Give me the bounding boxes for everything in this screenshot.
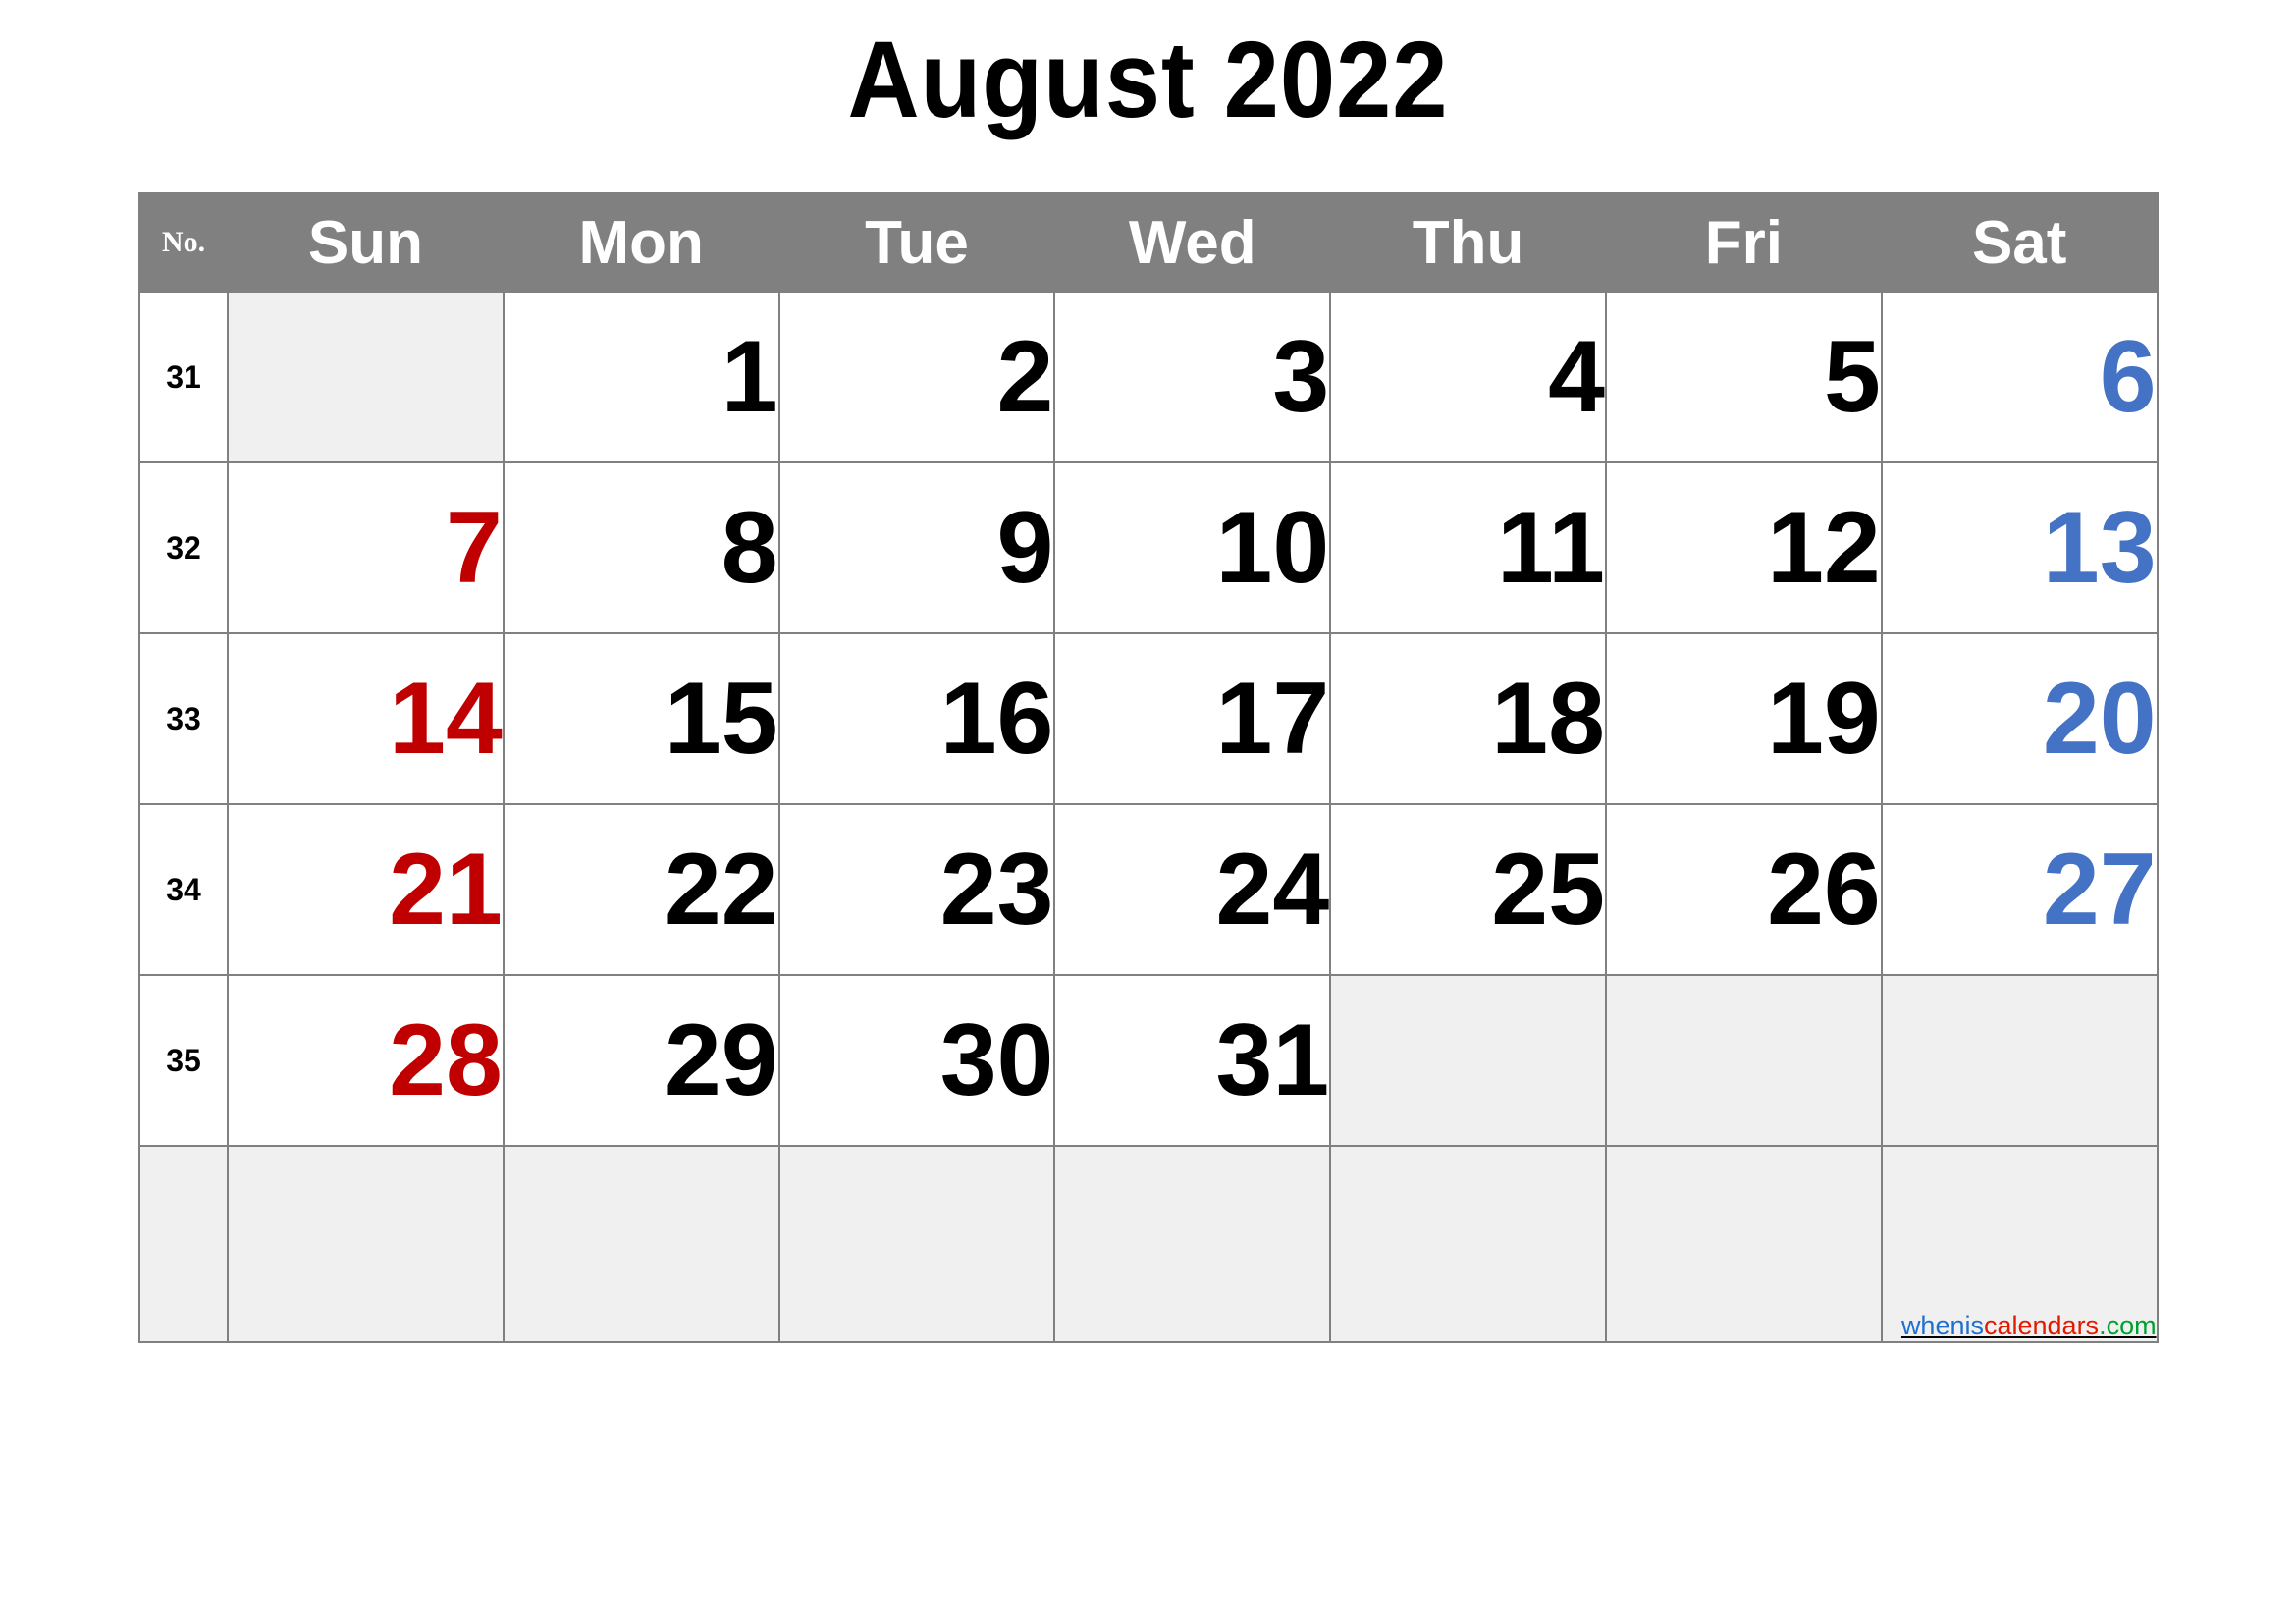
day-cell[interactable]: 11 xyxy=(1329,461,1607,634)
day-cell[interactable]: 14 xyxy=(227,632,505,805)
day-cell[interactable]: 24 xyxy=(1053,803,1332,976)
day-cell[interactable]: 5 xyxy=(1604,291,1883,463)
day-cell[interactable]: 16 xyxy=(777,632,1056,805)
footer-cell-watermark: wheniscalendars.com xyxy=(1880,1145,2159,1343)
footer-cell xyxy=(1053,1145,1332,1343)
week-number-cell: 32 xyxy=(138,461,229,634)
day-cell[interactable]: 26 xyxy=(1604,803,1883,976)
page-title: August 2022 xyxy=(847,20,1449,140)
header-day-wed: Wed xyxy=(1053,192,1332,293)
day-cell[interactable]: 23 xyxy=(777,803,1056,976)
header-week-number: No. xyxy=(138,192,229,293)
header-day-fri: Fri xyxy=(1604,192,1883,293)
calendar-header: No. Sun Mon Tue Wed Thu Fri Sat xyxy=(138,192,2159,293)
table-row: 33 14 15 16 17 18 19 20 xyxy=(138,632,2159,805)
day-cell[interactable]: 6 xyxy=(1880,291,2159,463)
day-cell[interactable]: 18 xyxy=(1329,632,1607,805)
day-cell[interactable]: 22 xyxy=(502,803,780,976)
day-cell[interactable]: 8 xyxy=(502,461,780,634)
day-cell[interactable]: 12 xyxy=(1604,461,1883,634)
footer-cell xyxy=(1329,1145,1607,1343)
day-cell[interactable]: 27 xyxy=(1880,803,2159,976)
header-day-tue: Tue xyxy=(777,192,1056,293)
table-row: 32 7 8 9 10 11 12 13 xyxy=(138,461,2159,634)
footer-cell xyxy=(138,1145,229,1343)
day-cell[interactable] xyxy=(1880,974,2159,1147)
day-cell[interactable]: 10 xyxy=(1053,461,1332,634)
day-cell[interactable]: 31 xyxy=(1053,974,1332,1147)
watermark-part-calendars: calendars xyxy=(1983,1311,2100,1340)
calendar-body: 31 1 2 3 4 5 6 32 7 8 9 10 11 12 13 33 1… xyxy=(138,291,2159,1343)
header-day-sat: Sat xyxy=(1880,192,2159,293)
footer-row: wheniscalendars.com xyxy=(138,1145,2159,1343)
day-cell[interactable]: 3 xyxy=(1053,291,1332,463)
day-cell[interactable]: 4 xyxy=(1329,291,1607,463)
header-day-mon: Mon xyxy=(502,192,780,293)
day-cell[interactable]: 2 xyxy=(777,291,1056,463)
week-number-cell: 31 xyxy=(138,291,229,463)
footer-cell xyxy=(227,1145,505,1343)
watermark-part-tld: .com xyxy=(2099,1311,2157,1340)
day-cell[interactable]: 19 xyxy=(1604,632,1883,805)
calendar-container: No. Sun Mon Tue Wed Thu Fri Sat 31 1 2 3… xyxy=(138,192,2159,1343)
day-cell[interactable]: 25 xyxy=(1329,803,1607,976)
day-cell[interactable] xyxy=(1604,974,1883,1147)
day-cell[interactable]: 28 xyxy=(227,974,505,1147)
day-cell[interactable] xyxy=(227,291,505,463)
day-cell[interactable]: 1 xyxy=(502,291,780,463)
header-row: No. Sun Mon Tue Wed Thu Fri Sat xyxy=(138,192,2159,293)
footer-cell xyxy=(1604,1145,1883,1343)
week-number-cell: 35 xyxy=(138,974,229,1147)
table-row: 34 21 22 23 24 25 26 27 xyxy=(138,803,2159,976)
day-cell[interactable]: 30 xyxy=(777,974,1056,1147)
day-cell[interactable]: 15 xyxy=(502,632,780,805)
footer-cell xyxy=(777,1145,1056,1343)
watermark-link[interactable]: wheniscalendars.com xyxy=(1901,1311,2157,1340)
week-number-cell: 34 xyxy=(138,803,229,976)
table-row: 31 1 2 3 4 5 6 xyxy=(138,291,2159,463)
day-cell[interactable]: 9 xyxy=(777,461,1056,634)
day-cell[interactable]: 29 xyxy=(502,974,780,1147)
day-cell[interactable]: 13 xyxy=(1880,461,2159,634)
day-cell[interactable]: 20 xyxy=(1880,632,2159,805)
table-row: 35 28 29 30 31 xyxy=(138,974,2159,1147)
week-number-cell: 33 xyxy=(138,632,229,805)
day-cell[interactable]: 21 xyxy=(227,803,505,976)
day-cell[interactable]: 17 xyxy=(1053,632,1332,805)
day-cell[interactable] xyxy=(1329,974,1607,1147)
header-day-sun: Sun xyxy=(227,192,505,293)
calendar-page: August 2022 No. Sun Mon Tue Wed Thu Fri … xyxy=(0,0,2296,1624)
header-day-thu: Thu xyxy=(1329,192,1607,293)
footer-cell xyxy=(502,1145,780,1343)
calendar-table: No. Sun Mon Tue Wed Thu Fri Sat 31 1 2 3… xyxy=(138,192,2159,1343)
watermark-part-brand: whenis xyxy=(1900,1311,1984,1340)
day-cell[interactable]: 7 xyxy=(227,461,505,634)
